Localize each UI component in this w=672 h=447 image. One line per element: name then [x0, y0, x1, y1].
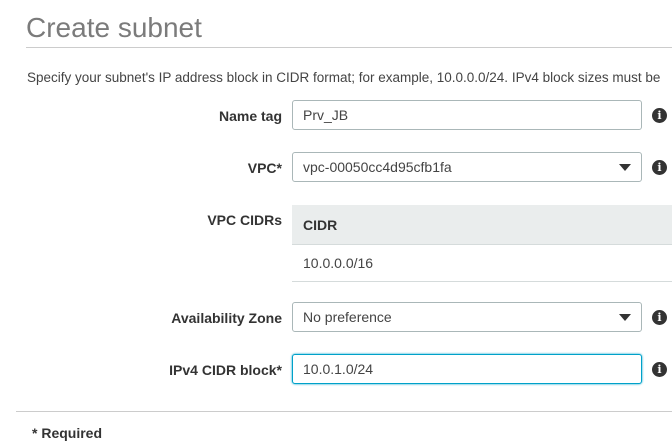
availability-zone-label: Availability Zone	[171, 310, 282, 326]
create-subnet-page: Create subnet Specify your subnet's IP a…	[0, 0, 672, 447]
ipv4-cidr-label: IPv4 CIDR block*	[169, 362, 282, 378]
cidr-column-header: CIDR	[292, 205, 672, 245]
info-icon[interactable]: i	[652, 108, 667, 123]
availability-zone-value: No preference	[303, 309, 392, 325]
vpc-select[interactable]: vpc-00050cc4d95cfb1fa	[292, 152, 642, 182]
info-icon[interactable]: i	[652, 362, 667, 377]
name-tag-input[interactable]: Prv_JB	[292, 100, 642, 130]
name-tag-value: Prv_JB	[303, 107, 349, 123]
caret-down-icon	[619, 164, 631, 171]
ipv4-cidr-value: 10.0.1.0/24	[303, 361, 374, 377]
ipv4-cidr-label-text: IPv4 CIDR block	[169, 362, 277, 378]
vpc-cidrs-label: VPC CIDRs	[207, 212, 282, 228]
vpc-select-value: vpc-00050cc4d95cfb1fa	[303, 159, 452, 175]
info-icon[interactable]: i	[652, 160, 667, 175]
ipv4-cidr-required-mark: *	[276, 362, 282, 378]
availability-zone-select[interactable]: No preference	[292, 302, 642, 332]
required-note: * Required	[32, 425, 103, 441]
vpc-label: VPC*	[248, 160, 282, 176]
name-tag-label: Name tag	[218, 108, 282, 124]
info-icon[interactable]: i	[652, 310, 667, 325]
page-title: Create subnet	[26, 12, 202, 43]
page-description: Specify your subnet's IP address block i…	[27, 70, 661, 85]
caret-down-icon	[619, 314, 631, 321]
vpc-cidrs-table: CIDR 10.0.0.0/16	[292, 205, 672, 283]
vpc-label-text: VPC	[247, 160, 277, 176]
title-divider	[26, 47, 672, 48]
ipv4-cidr-input[interactable]: 10.0.1.0/24	[292, 354, 642, 384]
table-row: 10.0.0.0/16	[292, 245, 672, 282]
vpc-required-mark: *	[276, 160, 282, 176]
footer-divider	[16, 411, 672, 412]
